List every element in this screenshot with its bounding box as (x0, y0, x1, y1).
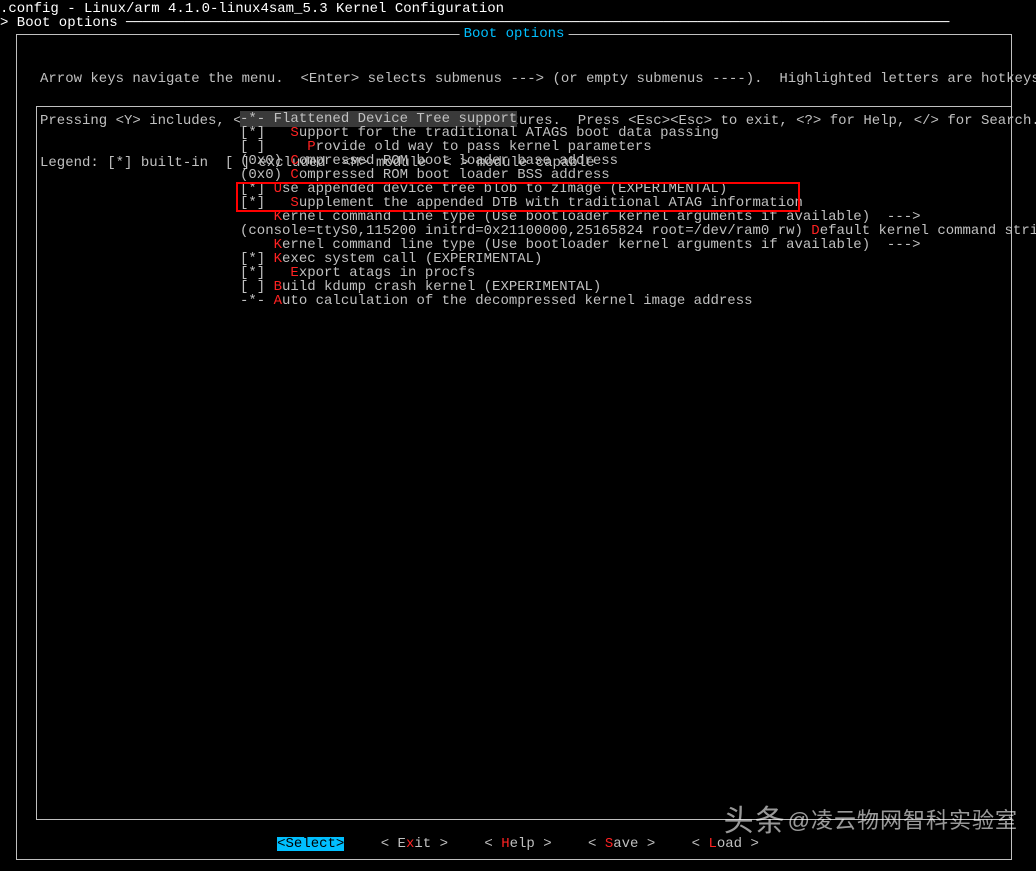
button-bar: <Select> < Exit > < Help > < Save > < Lo… (0, 837, 1036, 851)
dialog-title: Boot options (460, 27, 569, 41)
menu-item[interactable]: (0x0) Compressed ROM boot loader BSS add… (240, 168, 1036, 182)
load-button[interactable]: < Load > (692, 837, 759, 851)
help-button[interactable]: < Help > (484, 837, 551, 851)
menu-item[interactable]: [ ] Provide old way to pass kernel param… (240, 140, 1036, 154)
menu-list[interactable]: -*- Flattened Device Tree support[*] Sup… (240, 112, 1036, 308)
menu-item[interactable]: [*] Support for the traditional ATAGS bo… (240, 126, 1036, 140)
select-button[interactable]: <Select> (277, 837, 344, 851)
menu-item[interactable]: -*- Flattened Device Tree support (240, 112, 1036, 126)
menu-item[interactable]: (console=ttyS0,115200 initrd=0x21100000,… (240, 224, 1036, 238)
menu-item[interactable]: -*- Auto calculation of the decompressed… (240, 294, 1036, 308)
save-button[interactable]: < Save > (588, 837, 655, 851)
menu-item[interactable]: [*] Export atags in procfs (240, 266, 1036, 280)
menu-item[interactable]: (0x0) Compressed ROM boot loader base ad… (240, 154, 1036, 168)
menu-item[interactable]: [*] Kexec system call (EXPERIMENTAL) (240, 252, 1036, 266)
config-title: .config - Linux/arm 4.1.0-linux4sam_5.3 … (0, 2, 504, 16)
menu-item[interactable]: Kernel command line type (Use bootloader… (240, 238, 1036, 252)
menu-item[interactable]: [ ] Build kdump crash kernel (EXPERIMENT… (240, 280, 1036, 294)
exit-button[interactable]: < Exit > (381, 837, 448, 851)
hotkey: A (274, 293, 282, 309)
menu-item[interactable]: [*] Use appended device tree blob to zIm… (240, 182, 1036, 196)
menu-item[interactable]: Kernel command line type (Use bootloader… (240, 210, 1036, 224)
help-line: Arrow keys navigate the menu. <Enter> se… (40, 72, 1036, 86)
menu-item[interactable]: [*] Supplement the appended DTB with tra… (240, 196, 1036, 210)
